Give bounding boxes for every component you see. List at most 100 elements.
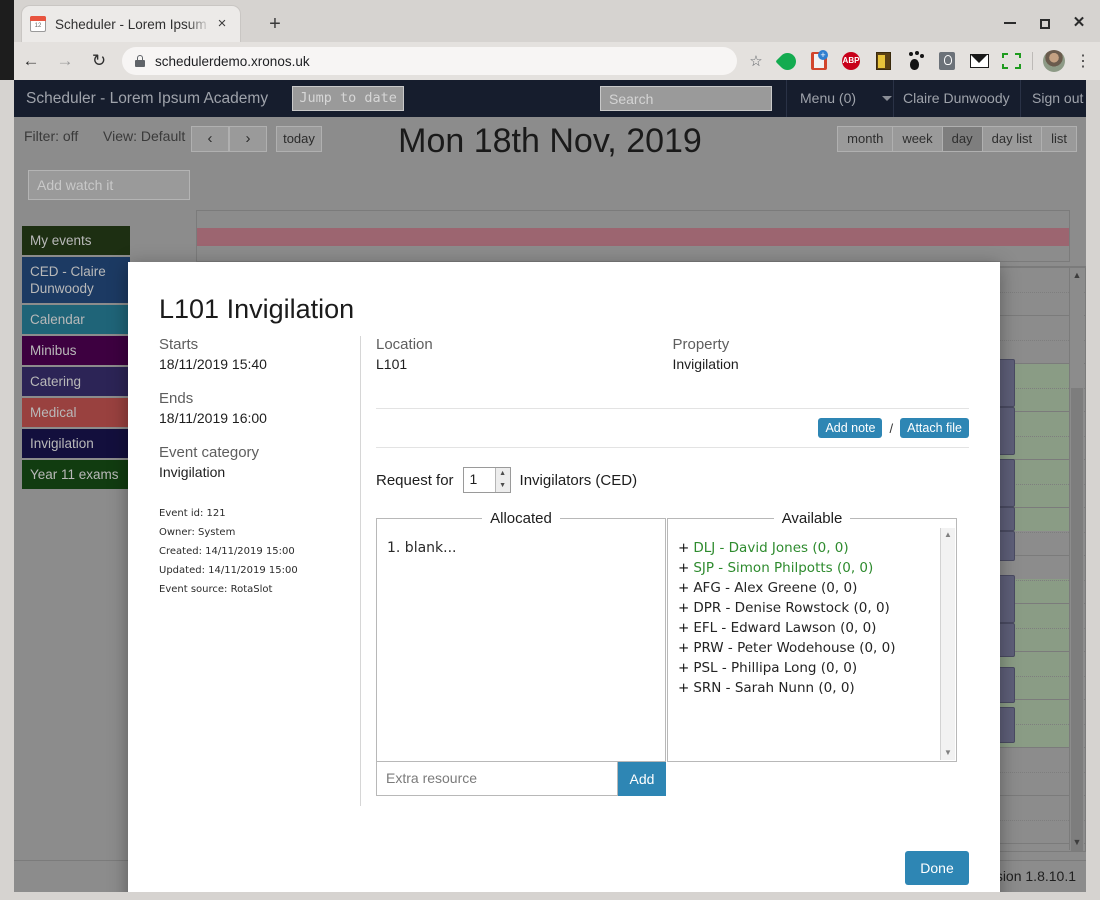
reload-icon[interactable]: ↻ [82, 46, 116, 76]
window-close-button[interactable]: ✕ [1064, 10, 1094, 36]
header-divider-3 [1020, 80, 1021, 117]
stepper-down-icon[interactable]: ▼ [496, 480, 510, 492]
sidebar-item-catering[interactable]: Catering [22, 367, 130, 396]
window-minimize-button[interactable] [995, 10, 1025, 36]
sign-out-link[interactable]: Sign out [1032, 80, 1083, 117]
gnome-foot-icon[interactable] [899, 49, 931, 73]
sidebar-item-invigilation[interactable]: Invigilation [22, 429, 130, 458]
modal-left-column: Starts 18/11/2019 15:40 Ends 18/11/2019 … [159, 336, 344, 603]
add-icon[interactable]: + [678, 660, 689, 676]
modal-title: L101 Invigilation [159, 294, 355, 324]
sidebar-item-my-events[interactable]: My events [22, 226, 130, 255]
view-button-day[interactable]: day [941, 126, 982, 152]
add-icon[interactable]: + [678, 620, 689, 636]
balloon-icon[interactable] [771, 49, 803, 74]
scroll-down-icon[interactable]: ▼ [941, 746, 955, 760]
jump-to-date-button[interactable]: Jump to date [292, 86, 405, 111]
browser-tab[interactable]: Scheduler - Lorem Ipsum A × [22, 6, 240, 42]
list-item[interactable]: + SJP - Simon Philpotts (0, 0) [678, 560, 946, 576]
tab-strip: Scheduler - Lorem Ipsum A × + ✕ [0, 0, 1100, 42]
view-button-list[interactable]: list [1041, 126, 1077, 152]
sidebar-item-medical[interactable]: Medical [22, 398, 130, 427]
actions-separator: / [889, 420, 894, 436]
list-item[interactable]: + DLJ - David Jones (0, 0) [678, 540, 946, 556]
list-item[interactable]: + PRW - Peter Wodehouse (0, 0) [678, 640, 946, 656]
property-field: Property Invigilation [673, 336, 970, 372]
back-icon[interactable]: ← [14, 46, 48, 76]
new-tab-button[interactable]: + [262, 12, 288, 38]
sidebar-item-minibus[interactable]: Minibus [22, 336, 130, 365]
close-icon[interactable]: × [212, 14, 232, 34]
header-divider-2 [893, 80, 894, 117]
add-icon[interactable]: + [678, 640, 689, 656]
allocated-listbox[interactable]: Allocated 1. blank... [376, 510, 666, 762]
search-input[interactable]: Search [600, 86, 772, 111]
menu-dropdown[interactable]: Menu (0) [800, 80, 856, 117]
add-button[interactable]: Add [618, 762, 666, 796]
add-icon[interactable]: + [678, 680, 689, 696]
lock-icon [135, 55, 145, 67]
available-scrollbar[interactable]: ▲ ▼ [940, 528, 955, 760]
list-item[interactable]: + SRN - Sarah Nunn (0, 0) [678, 680, 946, 696]
list-item[interactable]: + AFG - Alex Greene (0, 0) [678, 580, 946, 596]
all-day-row[interactable] [196, 210, 1070, 262]
address-bar[interactable]: schedulerdemo.xronos.uk [122, 47, 737, 75]
add-icon[interactable]: + [678, 600, 689, 616]
list-item-label: SRN - Sarah Nunn (0, 0) [693, 680, 855, 696]
book-plus-icon[interactable] [803, 49, 835, 73]
frame-capture-icon[interactable] [995, 49, 1027, 73]
sidebar-item-year-11-exams[interactable]: Year 11 exams [22, 460, 130, 489]
list-item[interactable]: + EFL - Edward Lawson (0, 0) [678, 620, 946, 636]
property-value: Invigilation [672, 356, 739, 372]
calendar-scrollbar[interactable]: ▲ ▼ [1069, 268, 1084, 851]
window-maximize-button[interactable] [1030, 10, 1060, 36]
scroll-up-icon[interactable]: ▲ [1070, 268, 1084, 283]
location-label: Location [376, 336, 433, 353]
all-day-event[interactable] [197, 228, 1069, 246]
view-button-day-list[interactable]: day list [981, 126, 1042, 152]
request-suffix-label: Invigilators (CED) [519, 471, 638, 489]
add-note-button[interactable]: Add note [818, 418, 883, 438]
bulb-icon[interactable] [931, 49, 963, 73]
sidebar-item-calendar[interactable]: Calendar [22, 305, 130, 334]
add-icon[interactable]: + [678, 580, 689, 596]
add-watch-input[interactable]: Add watch it [28, 170, 190, 200]
app-header: Scheduler - Lorem Ipsum Academy Jump to … [14, 80, 1086, 117]
adblock-plus-icon[interactable]: ABP [835, 49, 867, 73]
list-item[interactable]: 1. blank... [387, 540, 655, 556]
stepper-up-icon[interactable]: ▲ [496, 468, 510, 480]
chevron-down-icon[interactable] [882, 96, 892, 101]
scrollbar-thumb[interactable] [1071, 388, 1083, 851]
scroll-down-icon[interactable]: ▼ [1070, 835, 1084, 850]
mail-icon[interactable] [963, 49, 995, 73]
list-item[interactable]: + DPR - Denise Rowstock (0, 0) [678, 600, 946, 616]
forward-icon[interactable]: → [48, 46, 82, 76]
add-icon[interactable]: + [678, 560, 689, 576]
attach-file-button[interactable]: Attach file [900, 418, 969, 438]
list-item[interactable]: + PSL - Phillipa Long (0, 0) [678, 660, 946, 676]
available-legend: Available [781, 510, 843, 527]
stepper-buttons[interactable]: ▲ ▼ [494, 468, 510, 492]
starts-label: Starts [159, 336, 199, 353]
request-count-stepper[interactable]: 1 ▲ ▼ [462, 467, 511, 493]
header-divider-1 [786, 80, 787, 117]
available-listbox[interactable]: Available + DLJ - David Jones (0, 0) + SJP… [667, 510, 957, 762]
add-icon[interactable]: + [678, 540, 689, 556]
scroll-up-icon[interactable]: ▲ [941, 528, 955, 542]
divider-below-notes [376, 447, 969, 448]
bookmark-star-icon[interactable]: ☆ [741, 52, 771, 70]
done-button[interactable]: Done [905, 851, 969, 885]
sidebar-item-ced[interactable]: CED - Claire Dunwoody [22, 257, 130, 303]
modal-column-divider [360, 336, 361, 806]
request-row: Request for 1 ▲ ▼ Invigilators (CED) [376, 467, 969, 493]
extra-resource-input[interactable]: Extra resource [376, 762, 618, 796]
list-item-label: DPR - Denise Rowstock (0, 0) [693, 600, 890, 616]
avatar[interactable] [1038, 49, 1070, 73]
location-value: L101 [376, 356, 408, 372]
view-button-week[interactable]: week [892, 126, 942, 152]
view-button-month[interactable]: month [837, 126, 893, 152]
event-metadata: Event id: 121 Owner: System Created: 14/… [159, 508, 344, 595]
user-name-label[interactable]: Claire Dunwoody [903, 80, 1010, 117]
browser-menu-icon[interactable]: ⋮ [1070, 51, 1096, 71]
door-icon[interactable] [867, 49, 899, 73]
